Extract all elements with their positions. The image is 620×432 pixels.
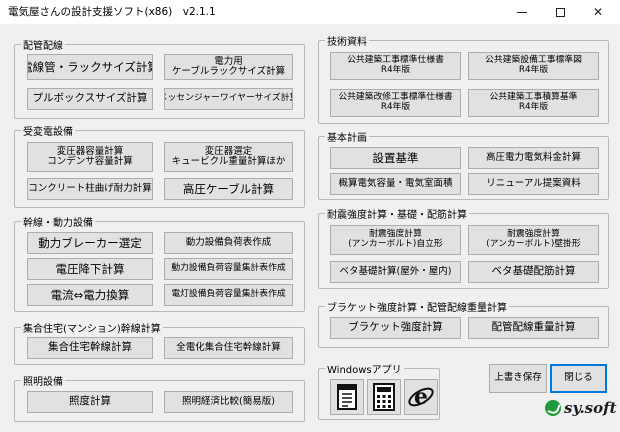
mansion-trunk-button[interactable]: 集合住宅幹線計算 — [27, 337, 153, 359]
group-label: 集合住宅(マンション)幹線計算 — [21, 320, 163, 335]
lighting-economy-button[interactable]: 照明経済比較(簡易版) — [164, 391, 293, 413]
notepad-button[interactable] — [330, 379, 364, 415]
button-label: 配管配線重量計算 — [491, 321, 576, 334]
button-label: 設置基準 — [372, 150, 419, 165]
current-power-convert-button[interactable]: 電流⇔電力換算 — [27, 284, 153, 306]
button-label: ブラケット強度計算 — [348, 321, 443, 334]
hv-electricity-fee-button[interactable]: 高圧電力電気料金計算 — [468, 147, 599, 169]
button-label: プルボックスサイズ計算 — [32, 92, 148, 105]
button-label: 電流⇔電力換算 — [50, 287, 130, 302]
breaker-select-button[interactable]: 動力ブレーカー選定 — [27, 232, 153, 254]
close-window-button[interactable]: ✕ — [578, 0, 618, 24]
bracket-strength-button[interactable]: ブラケット強度計算 — [330, 317, 461, 339]
pullbox-size-button[interactable]: プルボックスサイズ計算 — [27, 88, 153, 110]
button-label: 概算電気容量・電気室面積 — [338, 177, 453, 189]
group-label: 幹線・動力設備 — [21, 214, 95, 229]
button-label: 全電化集合住宅幹線計算 — [176, 341, 281, 353]
button-label-line2: R4年版 — [518, 102, 549, 112]
cable-rack-size-button[interactable]: 電力用 ケーブルラックサイズ計算 — [164, 54, 293, 80]
renovation-spec-button[interactable]: 公共建築改修工事標準仕様書 R4年版 — [330, 89, 461, 117]
transformer-capacity-button[interactable]: 変圧器容量計算 コンデンサ容量計算 — [27, 142, 153, 172]
button-label-line2: コンデンサ容量計算 — [47, 156, 133, 167]
power-summary-button[interactable]: 動力設備負荷容量集計表作成 — [164, 258, 293, 280]
button-label: ベタ基礎計算(屋外・屋内) — [339, 265, 452, 277]
save-overwrite-button[interactable]: 上書き保存 — [489, 364, 547, 393]
hv-cable-button[interactable]: 高圧ケーブル計算 — [164, 178, 293, 200]
close-button[interactable]: 閉じる — [550, 364, 607, 393]
group-label: 配管配線 — [21, 37, 65, 52]
button-label: 動力ブレーカー選定 — [38, 235, 142, 250]
close-icon: ✕ — [592, 5, 604, 19]
button-label: 電圧降下計算 — [55, 261, 125, 276]
title-bar: 電気屋さんの設計支援ソフト(x86) v2.1.1 ✕ — [0, 0, 620, 24]
anchor-free-standing-button[interactable]: 耐震強度計算 (アンカーボルト)自立形 — [330, 225, 461, 255]
group-label: Windowsアプリ — [325, 361, 404, 376]
illuminance-button[interactable]: 照度計算 — [27, 391, 153, 413]
button-label-line2: R4年版 — [380, 65, 411, 75]
button-label-line2: キュービクル重量計算ほか — [171, 156, 286, 167]
logo-text: sy.soft — [564, 399, 617, 417]
standard-drawing-button[interactable]: 公共建築設備工事標準図 R4年版 — [468, 52, 599, 80]
group-label: ブラケット強度計算・配管配線重量計算 — [325, 299, 509, 314]
messenger-wire-size-button[interactable]: メッセンジャーワイヤーサイズ計算 — [164, 88, 293, 110]
minimize-icon — [517, 11, 527, 13]
button-label: 電線管・ラックサイズ計算 — [27, 59, 153, 74]
minimize-button[interactable] — [502, 0, 542, 24]
notepad-icon — [337, 384, 357, 410]
button-label: メッセンジャーワイヤーサイズ計算 — [164, 93, 293, 104]
button-label: 集合住宅幹線計算 — [48, 341, 132, 354]
voltage-drop-button[interactable]: 電圧降下計算 — [27, 258, 153, 280]
calculator-icon — [373, 383, 395, 411]
button-label: 電灯設備負荷容量集計表作成 — [171, 289, 286, 300]
sysoft-mark-icon — [545, 400, 561, 416]
electric-capacity-button[interactable]: 概算電気容量・電気室面積 — [330, 173, 461, 195]
button-label: 高圧電力電気料金計算 — [485, 151, 581, 163]
button-label: 動力設備負荷容量集計表作成 — [171, 263, 286, 274]
standard-spec-button[interactable]: 公共建築工事標準仕様書 R4年版 — [330, 52, 461, 80]
button-label: 閉じる — [564, 372, 593, 384]
maximize-button[interactable] — [540, 0, 580, 24]
button-label: 高圧ケーブル計算 — [182, 181, 275, 196]
group-label: 受変電設備 — [21, 123, 75, 138]
power-load-table-button[interactable]: 動力設備負荷表作成 — [164, 232, 293, 254]
button-label-line2: (アンカーボルト)自立形 — [348, 239, 443, 249]
button-label-line2: (アンカーボルト)壁掛形 — [486, 239, 581, 249]
estimation-standard-button[interactable]: 公共建築工事積算基準 R4年版 — [468, 89, 599, 117]
group-label: 技術資料 — [325, 33, 369, 48]
wiring-weight-button[interactable]: 配管配線重量計算 — [468, 317, 599, 339]
lighting-summary-button[interactable]: 電灯設備負荷容量集計表作成 — [164, 284, 293, 306]
button-label-line2: R4年版 — [380, 102, 411, 112]
conduit-rack-size-button[interactable]: 電線管・ラックサイズ計算 — [27, 54, 153, 80]
button-label: 照明経済比較(簡易版) — [182, 395, 275, 407]
calculator-button[interactable] — [367, 379, 401, 415]
maximize-icon — [555, 7, 565, 17]
concrete-pole-button[interactable]: コンクリート柱曲げ耐力計算 — [27, 178, 153, 200]
all-electric-mansion-button[interactable]: 全電化集合住宅幹線計算 — [164, 337, 293, 359]
group-label: 基本計画 — [325, 129, 369, 144]
mat-foundation-button[interactable]: ベタ基礎計算(屋外・屋内) — [330, 261, 461, 283]
button-label: ベタ基礎配筋計算 — [491, 265, 576, 278]
group-label: 耐震強度計算・基礎・配筋計算 — [325, 206, 469, 221]
mat-foundation-rebar-button[interactable]: ベタ基礎配筋計算 — [468, 261, 599, 283]
internet-explorer-button[interactable]: e — [404, 379, 438, 415]
button-label: コンクリート柱曲げ耐力計算 — [28, 182, 152, 194]
button-label-line2: ケーブルラックサイズ計算 — [171, 66, 286, 77]
button-label: リニューアル提案資料 — [486, 177, 581, 189]
button-label: 照度計算 — [69, 395, 111, 408]
renewal-proposal-button[interactable]: リニューアル提案資料 — [468, 173, 599, 195]
button-label: 動力設備負荷表作成 — [185, 236, 272, 248]
installation-standard-button[interactable]: 設置基準 — [330, 147, 461, 169]
button-label: 上書き保存 — [494, 372, 542, 384]
cubicle-weight-button[interactable]: 変圧器選定 キュービクル重量計算ほか — [164, 142, 293, 172]
group-label: 照明設備 — [21, 373, 65, 388]
button-label-line2: R4年版 — [518, 65, 549, 75]
anchor-wall-mount-button[interactable]: 耐震強度計算 (アンカーボルト)壁掛形 — [468, 225, 599, 255]
internet-explorer-icon: e — [408, 384, 434, 410]
window-title: 電気屋さんの設計支援ソフト(x86) v2.1.1 — [8, 6, 216, 18]
svg-text:e: e — [414, 384, 428, 410]
sysoft-logo: sy.soft — [545, 399, 617, 417]
